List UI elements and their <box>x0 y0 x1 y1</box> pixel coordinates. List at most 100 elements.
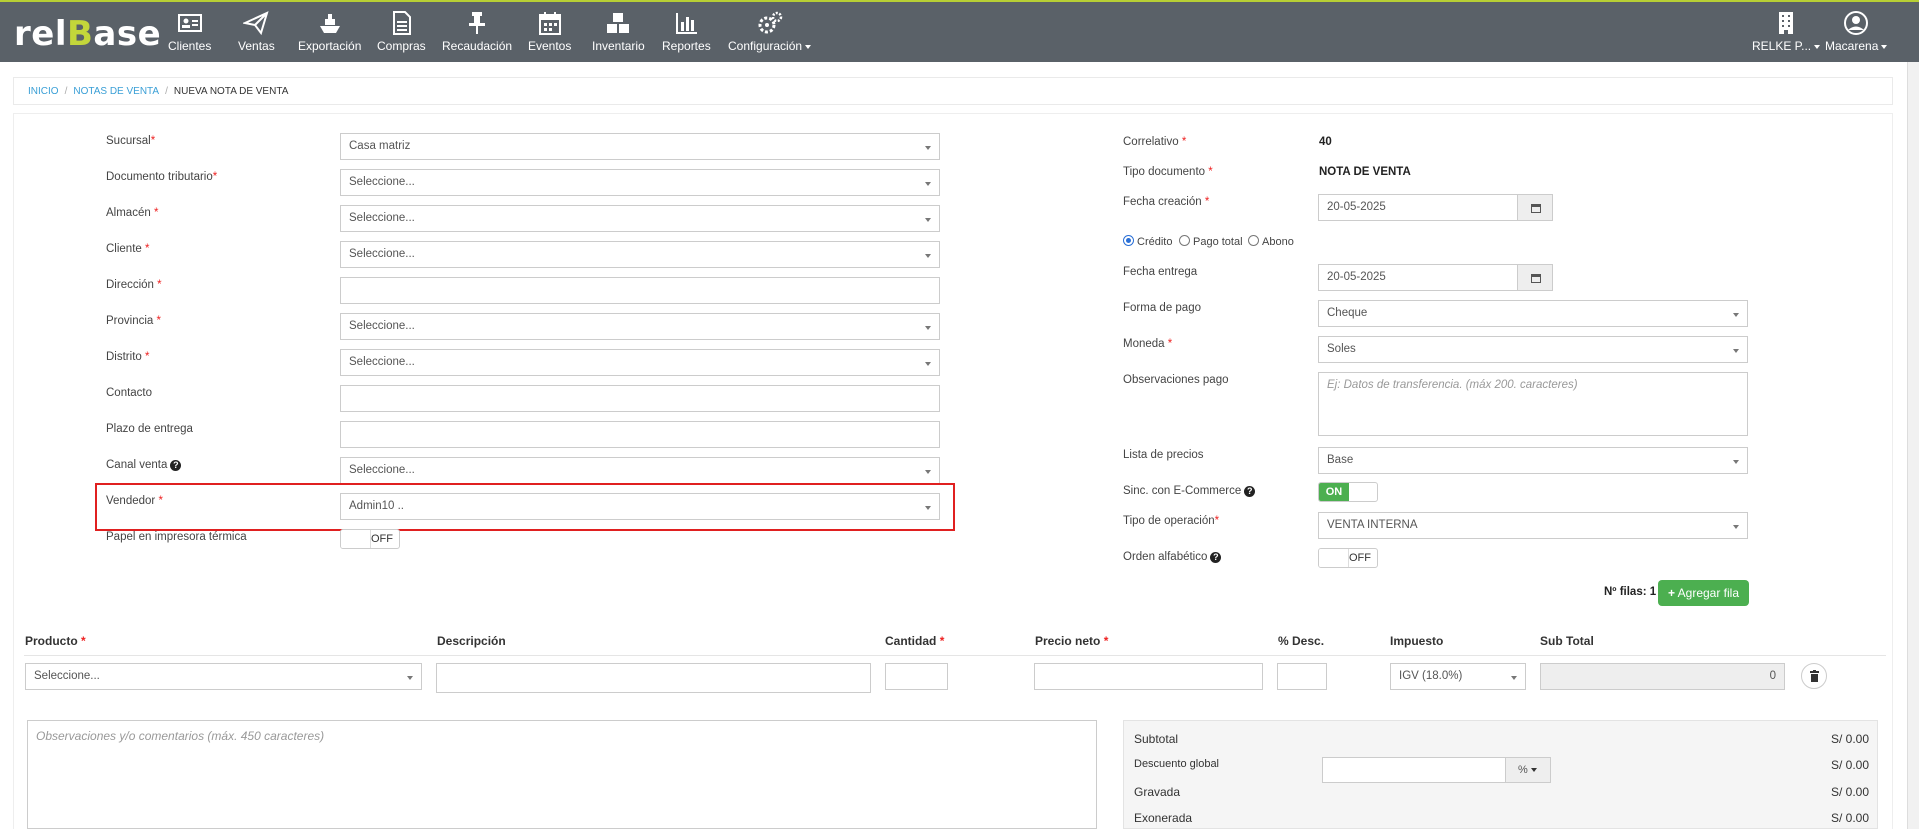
page-scrollbar[interactable] <box>1907 62 1919 829</box>
chevron-down-icon <box>1530 768 1537 773</box>
calendar-button[interactable] <box>1517 194 1553 221</box>
direccion-input[interactable] <box>340 277 940 304</box>
lista-precios-label: Lista de precios <box>1123 449 1204 461</box>
nav-clientes[interactable]: Clientes <box>168 10 211 53</box>
nav-reportes[interactable]: Reportes <box>662 10 711 53</box>
descuento-global-input[interactable] <box>1322 757 1506 783</box>
nav-eventos[interactable]: Eventos <box>528 10 571 53</box>
plazo-label: Plazo de entrega <box>106 423 193 435</box>
contacto-label: Contacto <box>106 387 153 399</box>
nav-configuracion[interactable]: Configuración <box>728 10 812 53</box>
calendar-icon <box>1531 204 1541 213</box>
almacen-select[interactable]: Seleccione... <box>340 205 940 232</box>
user-menu[interactable]: Macarena <box>1825 10 1888 53</box>
nav-compras[interactable]: Compras <box>377 10 426 53</box>
chevron-down-icon <box>805 44 812 49</box>
impuesto-select[interactable]: IGV (18.0%) <box>1390 663 1526 690</box>
sucursal-label: Sucursal* <box>106 135 156 147</box>
th-producto: Producto * <box>25 634 86 648</box>
vendedor-highlight <box>95 483 955 531</box>
provincia-label: Provincia * <box>106 315 161 327</box>
company-menu[interactable]: RELKE P... <box>1752 10 1821 53</box>
top-navbar: relBase Clientes Ventas Exportación Comp… <box>0 0 1919 62</box>
documento-label: Documento tributario* <box>106 171 218 183</box>
th-impuesto: Impuesto <box>1390 634 1444 648</box>
gravada-value: S/ 0.00 <box>1830 785 1869 799</box>
cantidad-input[interactable] <box>885 663 948 690</box>
tipo-operacion-select[interactable]: VENTA INTERNA <box>1318 512 1748 539</box>
radio-abono[interactable]: Abono <box>1248 235 1294 248</box>
th-subtotal: Sub Total <box>1540 634 1594 648</box>
add-row-button[interactable]: + Agregar fila <box>1658 580 1749 606</box>
calendar-button[interactable] <box>1517 264 1553 291</box>
help-icon[interactable]: ? <box>170 460 182 471</box>
sinc-toggle[interactable]: ON <box>1318 482 1378 502</box>
documento-select[interactable]: Seleccione... <box>340 169 940 196</box>
paper-plane-icon <box>238 10 275 36</box>
breadcrumb-home[interactable]: INICIO <box>28 86 59 97</box>
descuento-label: Descuento global <box>1134 758 1220 770</box>
calendar-icon <box>528 10 571 36</box>
forma-pago-label: Forma de pago <box>1123 302 1201 314</box>
subtotal-label: Subtotal <box>1134 732 1179 746</box>
precio-input[interactable] <box>1034 663 1263 690</box>
id-card-icon <box>168 10 211 36</box>
papel-toggle[interactable]: OFF <box>340 529 400 549</box>
radio-credito[interactable]: Crédito <box>1123 235 1172 248</box>
canal-select[interactable]: Seleccione... <box>340 457 940 484</box>
lista-precios-select[interactable]: Base <box>1318 447 1748 474</box>
help-icon[interactable]: ? <box>1244 486 1256 497</box>
radio-pago-total[interactable]: Pago total <box>1179 235 1243 248</box>
nav-recaudacion[interactable]: Recaudación <box>442 10 512 53</box>
sinc-label: Sinc. con E-Commerce? <box>1123 485 1256 497</box>
orden-toggle[interactable]: OFF <box>1318 548 1378 568</box>
fecha-creacion-label: Fecha creación * <box>1123 196 1210 208</box>
pin-icon <box>442 10 512 36</box>
plus-icon: + <box>1667 586 1675 600</box>
provincia-select[interactable]: Seleccione... <box>340 313 940 340</box>
comments-placeholder: Observaciones y/o comentarios (máx. 450 … <box>36 729 325 743</box>
nav-inventario[interactable]: Inventario <box>592 10 645 53</box>
descuento-unit-dropdown[interactable]: % <box>1505 757 1551 783</box>
nav-ventas[interactable]: Ventas <box>238 10 275 53</box>
relbase-logo[interactable]: relBase <box>14 14 161 54</box>
subtotal-value: S/ 0.00 <box>1830 732 1869 746</box>
delete-row-button[interactable] <box>1801 663 1827 689</box>
descuento-input[interactable] <box>1277 663 1327 690</box>
fecha-entrega-input[interactable]: 20-05-2025 <box>1318 264 1518 291</box>
descripcion-textarea[interactable] <box>436 663 871 693</box>
plazo-input[interactable] <box>340 421 940 448</box>
breadcrumb: INICIO / NOTAS DE VENTA / NUEVA NOTA DE VENT… <box>13 77 1893 105</box>
moneda-select[interactable]: Soles <box>1318 336 1748 363</box>
breadcrumb-notas[interactable]: NOTAS DE VENTA <box>73 86 159 97</box>
almacen-label: Almacén * <box>106 207 159 219</box>
rows-count-label: Nº filas: 1 <box>1604 586 1657 598</box>
forma-pago-select[interactable]: Cheque <box>1318 300 1748 327</box>
moneda-label: Moneda * <box>1123 338 1173 350</box>
nav-exportacion[interactable]: Exportación <box>298 10 361 53</box>
help-icon[interactable]: ? <box>1210 552 1222 563</box>
comments-textarea[interactable]: Observaciones y/o comentarios (máx. 450 … <box>27 720 1097 829</box>
descuento-value: S/ 0.00 <box>1830 758 1869 772</box>
contacto-input[interactable] <box>340 385 940 412</box>
th-descripcion: Descripción <box>437 634 506 648</box>
correlativo-label: Correlativo * <box>1123 136 1187 148</box>
correlativo-value: 40 <box>1319 136 1332 148</box>
gears-icon <box>728 10 811 36</box>
th-desc: % Desc. <box>1278 634 1325 648</box>
obs-pago-textarea[interactable]: Ej: Datos de transferencia. (máx 200. ca… <box>1318 372 1748 436</box>
sucursal-select[interactable]: Casa matriz <box>340 133 940 160</box>
papel-label: Papel en impresora térmica <box>106 531 247 543</box>
producto-select[interactable]: Seleccione... <box>25 663 422 690</box>
orden-label: Orden alfabético? <box>1123 551 1222 563</box>
tipo-doc-value: NOTA DE VENTA <box>1319 166 1411 178</box>
distrito-select[interactable]: Seleccione... <box>340 349 940 376</box>
exonerada-label: Exonerada <box>1134 811 1193 825</box>
fecha-creacion-input[interactable]: 20-05-2025 <box>1318 194 1518 221</box>
chevron-down-icon <box>1881 44 1888 49</box>
calendar-icon <box>1531 274 1541 283</box>
breadcrumb-current: NUEVA NOTA DE VENTA <box>173 86 289 97</box>
table-divider <box>24 655 1886 656</box>
trash-icon <box>1810 670 1819 682</box>
cliente-select[interactable]: Seleccione... <box>340 241 940 268</box>
